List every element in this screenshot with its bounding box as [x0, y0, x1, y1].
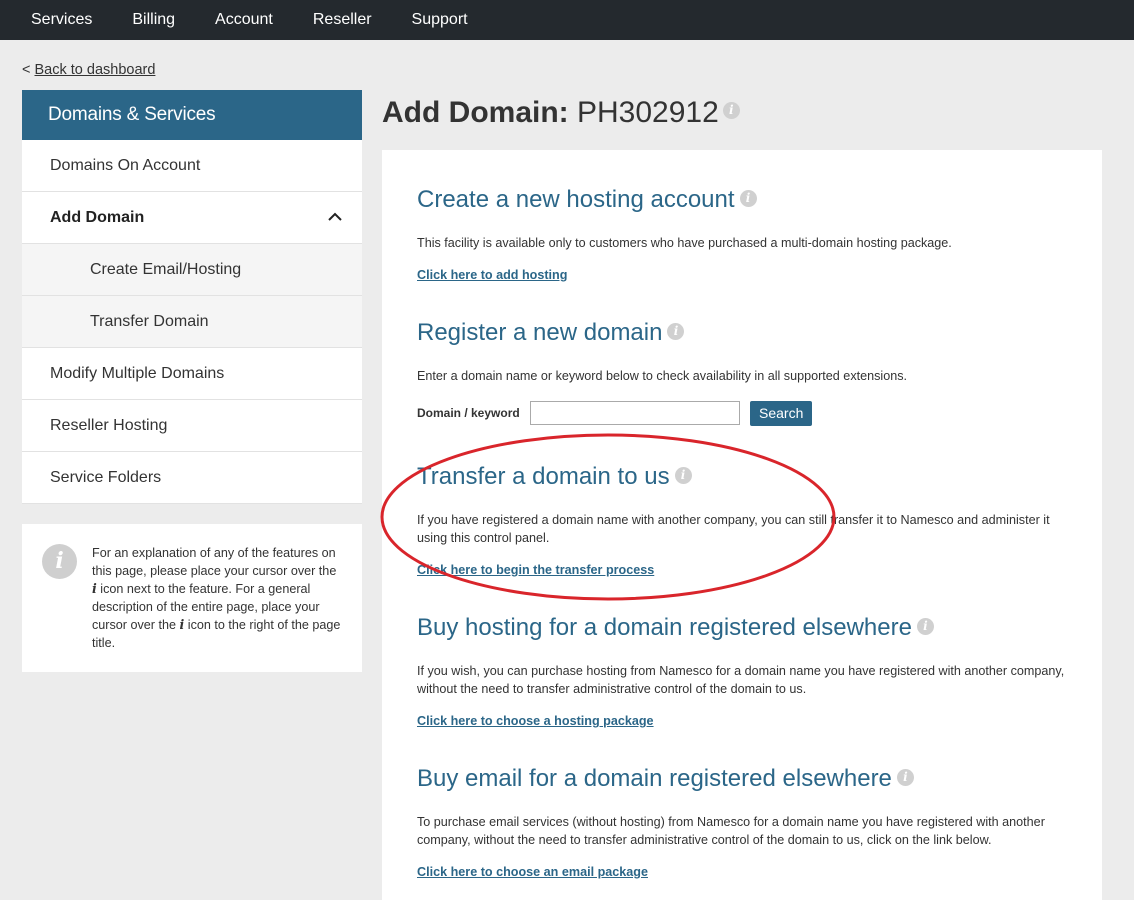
sidebar-item-create-email-hosting[interactable]: Create Email/Hosting [22, 244, 362, 296]
section-title: Create a new hosting account i [417, 186, 757, 214]
nav-billing[interactable]: Billing [132, 11, 175, 29]
section-buy-hosting-body: If you wish, you can purchase hosting fr… [417, 662, 1077, 698]
back-prefix: < [22, 62, 31, 78]
top-navigation: Services Billing Account Reseller Suppor… [0, 0, 1134, 40]
sidebar-item-domains-on-account[interactable]: Domains On Account [22, 140, 362, 192]
chevron-up-icon[interactable] [328, 210, 342, 224]
info-icon: i [42, 544, 77, 579]
section-title-text: Transfer a domain to us [417, 463, 670, 490]
section-transfer-domain: Transfer a domain to us i [417, 463, 692, 491]
section-description: To purchase email services (without host… [417, 815, 1045, 847]
section-create-hosting-link: Click here to add hosting [417, 266, 567, 284]
search-button[interactable]: Search [750, 400, 813, 426]
page-title-label: Add Domain: [382, 96, 569, 129]
section-create-hosting: Create a new hosting account i [417, 186, 757, 214]
add-hosting-link[interactable]: Click here to add hosting [417, 268, 567, 282]
choose-hosting-package-link[interactable]: Click here to choose a hosting package [417, 714, 654, 728]
section-description: If you have registered a domain name wit… [417, 513, 1050, 545]
page-title: Add Domain: PH302912 i [382, 96, 740, 130]
info-icon[interactable]: i [916, 618, 934, 635]
section-title-text: Buy hosting for a domain registered else… [417, 614, 912, 641]
section-buy-hosting: Buy hosting for a domain registered else… [417, 614, 934, 642]
section-title-text: Buy email for a domain registered elsewh… [417, 765, 892, 792]
domain-keyword-input[interactable] [530, 401, 740, 425]
section-title: Transfer a domain to us i [417, 463, 692, 491]
section-buy-hosting-link: Click here to choose a hosting package [417, 712, 654, 730]
info-icon[interactable]: i [722, 102, 740, 119]
sidebar-item-modify-multiple-domains[interactable]: Modify Multiple Domains [22, 348, 362, 400]
section-description: Enter a domain name or keyword below to … [417, 369, 908, 383]
back-link-row: < Back to dashboard [22, 62, 155, 78]
sidebar-item-service-folders[interactable]: Service Folders [22, 452, 362, 504]
help-text-part: For an explanation of any of the feature… [92, 546, 337, 578]
section-buy-email-body: To purchase email services (without host… [417, 813, 1077, 849]
section-title: Register a new domain i [417, 319, 685, 347]
info-icon[interactable]: i [896, 769, 914, 786]
section-description: This facility is available only to custo… [417, 236, 952, 250]
sidebar: Domains & Services Domains On Account Ad… [22, 90, 362, 504]
domain-search-form: Domain / keyword Search [417, 400, 813, 426]
section-transfer-domain-link: Click here to begin the transfer process [417, 561, 654, 579]
section-description: If you wish, you can purchase hosting fr… [417, 664, 1065, 696]
account-id: PH302912 [577, 96, 719, 129]
begin-transfer-link[interactable]: Click here to begin the transfer process [417, 563, 654, 577]
domain-keyword-label: Domain / keyword [417, 406, 520, 420]
nav-services[interactable]: Services [31, 11, 92, 29]
sidebar-item-label: Add Domain [50, 209, 145, 226]
section-create-hosting-body: This facility is available only to custo… [417, 234, 1077, 252]
section-register-domain-body: Enter a domain name or keyword below to … [417, 367, 1077, 385]
section-title: Buy email for a domain registered elsewh… [417, 765, 914, 793]
choose-email-package-link[interactable]: Click here to choose an email package [417, 865, 648, 879]
sidebar-item-add-domain[interactable]: Add Domain [22, 192, 362, 244]
section-title-text: Create a new hosting account [417, 186, 735, 213]
sidebar-item-reseller-hosting[interactable]: Reseller Hosting [22, 400, 362, 452]
info-icon[interactable]: i [667, 323, 685, 340]
section-buy-email-link: Click here to choose an email package [417, 863, 648, 881]
section-register-domain: Register a new domain i [417, 319, 685, 347]
section-transfer-domain-body: If you have registered a domain name wit… [417, 511, 1077, 547]
sidebar-header: Domains & Services [22, 90, 362, 140]
help-text: For an explanation of any of the feature… [92, 544, 342, 652]
section-buy-email: Buy email for a domain registered elsewh… [417, 765, 914, 793]
help-info-box: i For an explanation of any of the featu… [22, 524, 362, 672]
nav-support[interactable]: Support [412, 11, 468, 29]
back-to-dashboard-link[interactable]: Back to dashboard [35, 62, 156, 78]
nav-account[interactable]: Account [215, 11, 273, 29]
section-title-text: Register a new domain [417, 319, 663, 346]
info-icon[interactable]: i [674, 467, 692, 484]
sidebar-item-transfer-domain[interactable]: Transfer Domain [22, 296, 362, 348]
section-title: Buy hosting for a domain registered else… [417, 614, 934, 642]
info-icon[interactable]: i [739, 190, 757, 207]
nav-reseller[interactable]: Reseller [313, 11, 372, 29]
